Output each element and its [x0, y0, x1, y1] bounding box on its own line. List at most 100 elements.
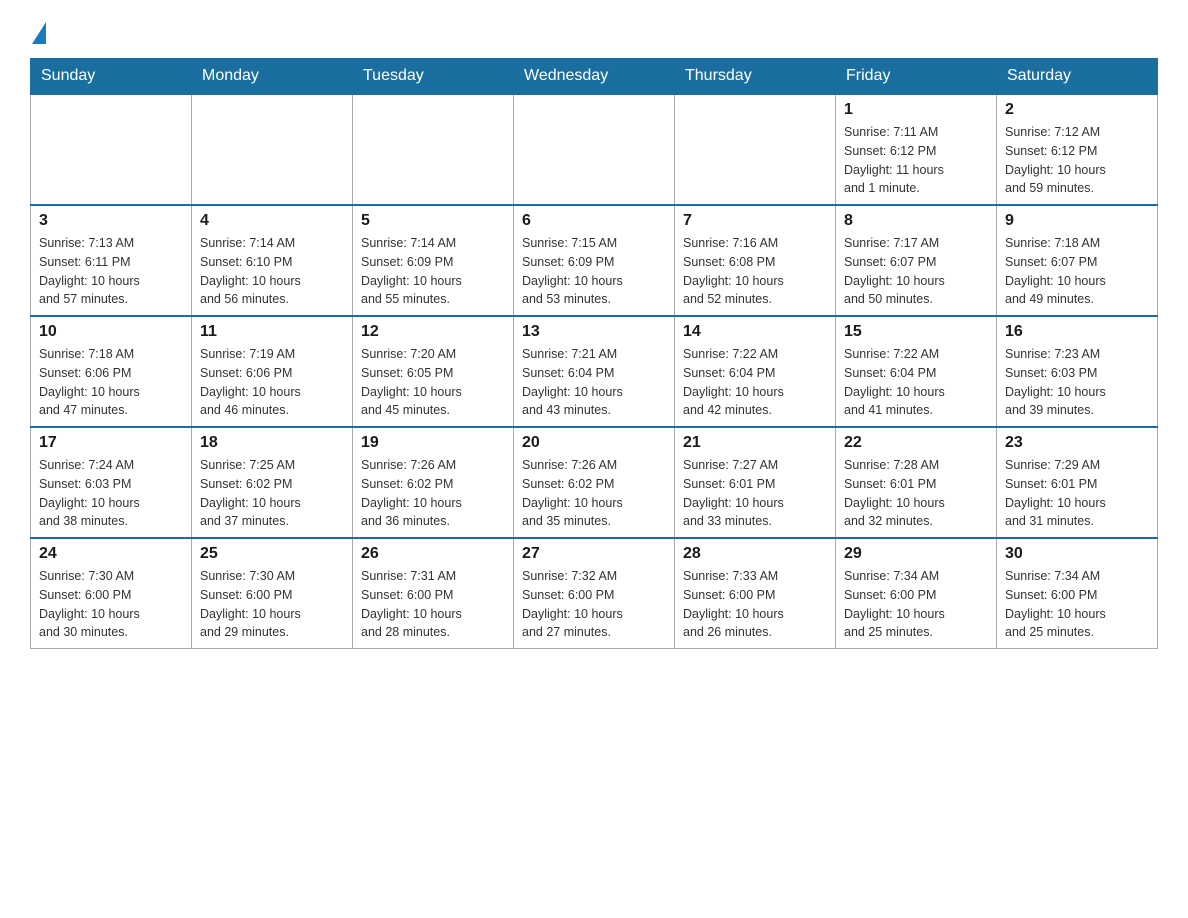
day-info: Sunrise: 7:29 AM Sunset: 6:01 PM Dayligh…	[1005, 456, 1149, 531]
page-header	[30, 20, 1158, 42]
day-info: Sunrise: 7:27 AM Sunset: 6:01 PM Dayligh…	[683, 456, 827, 531]
calendar-cell	[514, 94, 675, 205]
day-number: 19	[361, 434, 505, 452]
calendar-cell: 18 Sunrise: 7:25 AM Sunset: 6:02 PM Dayli…	[192, 427, 353, 538]
day-info: Sunrise: 7:18 AM Sunset: 6:07 PM Dayligh…	[1005, 234, 1149, 309]
calendar-week-1: 1 Sunrise: 7:11 AM Sunset: 6:12 PM Daylig…	[31, 94, 1158, 205]
day-info: Sunrise: 7:25 AM Sunset: 6:02 PM Dayligh…	[200, 456, 344, 531]
day-info: Sunrise: 7:17 AM Sunset: 6:07 PM Dayligh…	[844, 234, 988, 309]
day-number: 25	[200, 545, 344, 563]
calendar-cell: 23 Sunrise: 7:29 AM Sunset: 6:01 PM Dayli…	[997, 427, 1158, 538]
calendar-cell: 17 Sunrise: 7:24 AM Sunset: 6:03 PM Dayli…	[31, 427, 192, 538]
day-number: 15	[844, 323, 988, 341]
day-number: 13	[522, 323, 666, 341]
calendar-cell: 14 Sunrise: 7:22 AM Sunset: 6:04 PM Dayli…	[675, 316, 836, 427]
day-info: Sunrise: 7:21 AM Sunset: 6:04 PM Dayligh…	[522, 345, 666, 420]
weekday-header-wednesday: Wednesday	[514, 59, 675, 95]
weekday-header-row: SundayMondayTuesdayWednesdayThursdayFrid…	[31, 59, 1158, 95]
calendar-cell: 21 Sunrise: 7:27 AM Sunset: 6:01 PM Dayli…	[675, 427, 836, 538]
calendar-cell: 22 Sunrise: 7:28 AM Sunset: 6:01 PM Dayli…	[836, 427, 997, 538]
weekday-header-saturday: Saturday	[997, 59, 1158, 95]
calendar-cell: 26 Sunrise: 7:31 AM Sunset: 6:00 PM Dayli…	[353, 538, 514, 649]
day-info: Sunrise: 7:22 AM Sunset: 6:04 PM Dayligh…	[683, 345, 827, 420]
day-number: 21	[683, 434, 827, 452]
calendar-cell: 6Sunrise: 7:15 AM Sunset: 6:09 PM Daylig…	[514, 205, 675, 316]
weekday-header-tuesday: Tuesday	[353, 59, 514, 95]
calendar-cell: 11 Sunrise: 7:19 AM Sunset: 6:06 PM Dayli…	[192, 316, 353, 427]
day-info: Sunrise: 7:13 AM Sunset: 6:11 PM Dayligh…	[39, 234, 183, 309]
weekday-header-monday: Monday	[192, 59, 353, 95]
day-number: 16	[1005, 323, 1149, 341]
day-number: 12	[361, 323, 505, 341]
logo	[30, 20, 48, 42]
day-number: 28	[683, 545, 827, 563]
day-number: 3	[39, 212, 183, 230]
calendar-cell: 15 Sunrise: 7:22 AM Sunset: 6:04 PM Dayli…	[836, 316, 997, 427]
calendar-cell: 12 Sunrise: 7:20 AM Sunset: 6:05 PM Dayli…	[353, 316, 514, 427]
calendar-cell	[353, 94, 514, 205]
calendar-week-5: 24 Sunrise: 7:30 AM Sunset: 6:00 PM Dayli…	[31, 538, 1158, 649]
weekday-header-friday: Friday	[836, 59, 997, 95]
day-number: 26	[361, 545, 505, 563]
calendar-cell: 7Sunrise: 7:16 AM Sunset: 6:08 PM Daylig…	[675, 205, 836, 316]
day-info: Sunrise: 7:34 AM Sunset: 6:00 PM Dayligh…	[844, 567, 988, 642]
day-number: 1	[844, 101, 988, 119]
calendar-cell	[675, 94, 836, 205]
day-info: Sunrise: 7:24 AM Sunset: 6:03 PM Dayligh…	[39, 456, 183, 531]
calendar-cell	[31, 94, 192, 205]
day-info: Sunrise: 7:33 AM Sunset: 6:00 PM Dayligh…	[683, 567, 827, 642]
day-number: 4	[200, 212, 344, 230]
day-number: 14	[683, 323, 827, 341]
calendar-cell: 13 Sunrise: 7:21 AM Sunset: 6:04 PM Dayli…	[514, 316, 675, 427]
day-number: 7	[683, 212, 827, 230]
day-number: 22	[844, 434, 988, 452]
calendar-cell: 3 Sunrise: 7:13 AM Sunset: 6:11 PM Daylig…	[31, 205, 192, 316]
calendar-cell: 10 Sunrise: 7:18 AM Sunset: 6:06 PM Dayli…	[31, 316, 192, 427]
logo-triangle-icon	[32, 22, 46, 44]
day-info: Sunrise: 7:32 AM Sunset: 6:00 PM Dayligh…	[522, 567, 666, 642]
calendar-cell: 30Sunrise: 7:34 AM Sunset: 6:00 PM Dayli…	[997, 538, 1158, 649]
calendar-cell: 9 Sunrise: 7:18 AM Sunset: 6:07 PM Daylig…	[997, 205, 1158, 316]
day-number: 20	[522, 434, 666, 452]
day-info: Sunrise: 7:18 AM Sunset: 6:06 PM Dayligh…	[39, 345, 183, 420]
calendar-cell: 4Sunrise: 7:14 AM Sunset: 6:10 PM Daylig…	[192, 205, 353, 316]
calendar-cell: 27 Sunrise: 7:32 AM Sunset: 6:00 PM Dayli…	[514, 538, 675, 649]
calendar-cell: 8 Sunrise: 7:17 AM Sunset: 6:07 PM Daylig…	[836, 205, 997, 316]
calendar-table: SundayMondayTuesdayWednesdayThursdayFrid…	[30, 58, 1158, 649]
day-number: 29	[844, 545, 988, 563]
day-info: Sunrise: 7:19 AM Sunset: 6:06 PM Dayligh…	[200, 345, 344, 420]
day-number: 27	[522, 545, 666, 563]
calendar-cell: 28 Sunrise: 7:33 AM Sunset: 6:00 PM Dayli…	[675, 538, 836, 649]
day-info: Sunrise: 7:30 AM Sunset: 6:00 PM Dayligh…	[200, 567, 344, 642]
day-info: Sunrise: 7:11 AM Sunset: 6:12 PM Dayligh…	[844, 123, 988, 198]
calendar-cell: 20 Sunrise: 7:26 AM Sunset: 6:02 PM Dayli…	[514, 427, 675, 538]
calendar-cell: 5Sunrise: 7:14 AM Sunset: 6:09 PM Daylig…	[353, 205, 514, 316]
day-number: 10	[39, 323, 183, 341]
calendar-week-3: 10 Sunrise: 7:18 AM Sunset: 6:06 PM Dayli…	[31, 316, 1158, 427]
day-info: Sunrise: 7:28 AM Sunset: 6:01 PM Dayligh…	[844, 456, 988, 531]
weekday-header-thursday: Thursday	[675, 59, 836, 95]
calendar-week-2: 3 Sunrise: 7:13 AM Sunset: 6:11 PM Daylig…	[31, 205, 1158, 316]
day-info: Sunrise: 7:12 AM Sunset: 6:12 PM Dayligh…	[1005, 123, 1149, 198]
calendar-cell: 2 Sunrise: 7:12 AM Sunset: 6:12 PM Daylig…	[997, 94, 1158, 205]
day-info: Sunrise: 7:20 AM Sunset: 6:05 PM Dayligh…	[361, 345, 505, 420]
day-number: 2	[1005, 101, 1149, 119]
day-number: 18	[200, 434, 344, 452]
calendar-cell: 1 Sunrise: 7:11 AM Sunset: 6:12 PM Daylig…	[836, 94, 997, 205]
day-number: 17	[39, 434, 183, 452]
day-info: Sunrise: 7:30 AM Sunset: 6:00 PM Dayligh…	[39, 567, 183, 642]
day-info: Sunrise: 7:26 AM Sunset: 6:02 PM Dayligh…	[361, 456, 505, 531]
day-info: Sunrise: 7:22 AM Sunset: 6:04 PM Dayligh…	[844, 345, 988, 420]
day-number: 24	[39, 545, 183, 563]
calendar-cell: 19 Sunrise: 7:26 AM Sunset: 6:02 PM Dayli…	[353, 427, 514, 538]
day-info: Sunrise: 7:31 AM Sunset: 6:00 PM Dayligh…	[361, 567, 505, 642]
day-number: 8	[844, 212, 988, 230]
day-number: 6	[522, 212, 666, 230]
day-info: Sunrise: 7:26 AM Sunset: 6:02 PM Dayligh…	[522, 456, 666, 531]
day-info: Sunrise: 7:23 AM Sunset: 6:03 PM Dayligh…	[1005, 345, 1149, 420]
calendar-cell: 29 Sunrise: 7:34 AM Sunset: 6:00 PM Dayli…	[836, 538, 997, 649]
day-number: 9	[1005, 212, 1149, 230]
day-number: 11	[200, 323, 344, 341]
day-number: 23	[1005, 434, 1149, 452]
calendar-cell: 25 Sunrise: 7:30 AM Sunset: 6:00 PM Dayli…	[192, 538, 353, 649]
